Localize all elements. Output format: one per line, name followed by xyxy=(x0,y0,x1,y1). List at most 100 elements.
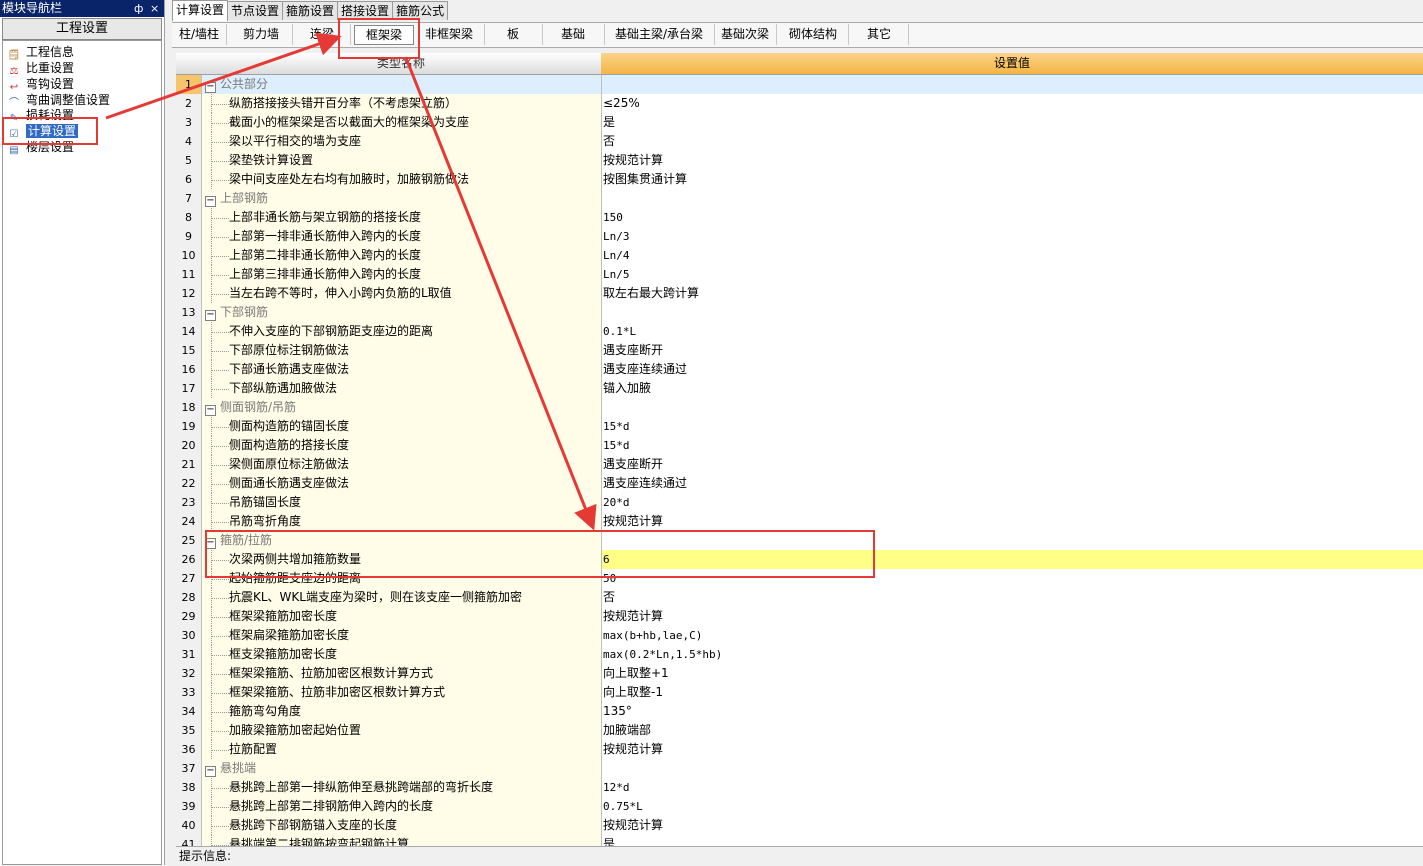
tab-3[interactable]: 搭接设置 xyxy=(337,1,394,20)
table-row[interactable]: 12 当左右跨不等时，伸入小跨内负筋的L取值 取左右最大跨计算 xyxy=(176,284,1423,304)
subtab-8[interactable]: 基础次梁 xyxy=(714,24,777,45)
setting-value-cell[interactable]: 0.75*L xyxy=(602,797,1423,816)
table-row[interactable]: 32 框架梁箍筋、拉筋加密区根数计算方式 向上取整+1 xyxy=(176,664,1423,684)
setting-value-cell[interactable]: 20*d xyxy=(602,493,1423,512)
table-row[interactable]: 19 侧面构造筋的锚固长度 15*d xyxy=(176,417,1423,437)
group-name-cell[interactable]: − 箍筋/拉筋 xyxy=(202,531,602,550)
subtab-1[interactable]: 剪力墙 xyxy=(230,24,293,45)
setting-value-cell[interactable]: 否 xyxy=(602,132,1423,151)
table-row[interactable]: 7− 上部钢筋 xyxy=(176,189,1423,209)
setting-value-cell[interactable]: 按规范计算 xyxy=(602,816,1423,835)
subtab-7[interactable]: 基础主梁/承台梁 xyxy=(604,24,715,45)
table-row[interactable]: 13− 下部钢筋 xyxy=(176,303,1423,323)
setting-value-cell[interactable]: Ln/3 xyxy=(602,227,1423,246)
setting-value-cell[interactable]: 取左右最大跨计算 xyxy=(602,284,1423,303)
table-row[interactable]: 41 悬挑端第二排钢筋按弯起钢筋计算 是 xyxy=(176,835,1423,846)
tab-2[interactable]: 箍筋设置 xyxy=(282,1,339,20)
table-row[interactable]: 11 上部第三排非通长筋伸入跨内的长度 Ln/5 xyxy=(176,265,1423,285)
table-row[interactable]: 34 箍筋弯勾角度 135° xyxy=(176,702,1423,722)
setting-value-cell[interactable]: 按图集贯通计算 xyxy=(602,170,1423,189)
nav-item-4[interactable]: ✎ 损耗设置 xyxy=(6,107,74,124)
subtab-0[interactable]: 柱/墙柱 xyxy=(172,24,227,45)
table-row[interactable]: 40 悬挑跨下部钢筋锚入支座的长度 按规范计算 xyxy=(176,816,1423,836)
setting-value-cell[interactable]: 0.1*L xyxy=(602,322,1423,341)
nav-item-1[interactable]: ⚖ 比重设置 xyxy=(6,60,75,77)
setting-value-cell[interactable]: 15*d xyxy=(602,436,1423,455)
collapse-icon[interactable]: − xyxy=(205,196,216,207)
table-row[interactable]: 25− 箍筋/拉筋 xyxy=(176,531,1423,551)
setting-value-cell[interactable]: 135° xyxy=(602,702,1423,721)
table-row[interactable]: 23 吊筋锚固长度 20*d xyxy=(176,493,1423,513)
table-row[interactable]: 2 纵筋搭接接头错开百分率（不考虑架立筋） ≤25% xyxy=(176,94,1423,114)
group-name-cell[interactable]: − 悬挑端 xyxy=(202,759,602,778)
table-row[interactable]: 22 侧面通长筋遇支座做法 遇支座连续通过 xyxy=(176,474,1423,494)
collapse-icon[interactable]: − xyxy=(205,82,216,93)
tab-1[interactable]: 节点设置 xyxy=(227,1,284,20)
table-row[interactable]: 29 框架梁箍筋加密长度 按规范计算 xyxy=(176,607,1423,627)
setting-value-cell[interactable]: 遇支座连续通过 xyxy=(602,474,1423,493)
table-row[interactable]: 38 悬挑跨上部第一排纵筋伸至悬挑跨端部的弯折长度 12*d xyxy=(176,778,1423,798)
subtab-2[interactable]: 连梁 xyxy=(294,24,351,45)
tab-0[interactable]: 计算设置 xyxy=(172,0,229,21)
table-row[interactable]: 8 上部非通长筋与架立钢筋的搭接长度 150 xyxy=(176,208,1423,228)
table-row[interactable]: 14 不伸入支座的下部钢筋距支座边的距离 0.1*L xyxy=(176,322,1423,342)
table-row[interactable]: 28 抗震KL、WKL端支座为梁时，则在该支座一侧箍筋加密 否 xyxy=(176,588,1423,608)
collapse-icon[interactable]: − xyxy=(205,405,216,416)
group-name-cell[interactable]: − 下部钢筋 xyxy=(202,303,602,322)
subtab-4[interactable]: 非框架梁 xyxy=(414,24,485,45)
setting-value-cell[interactable]: 按规范计算 xyxy=(602,151,1423,170)
nav-item-6[interactable]: ▤ 楼层设置 xyxy=(6,139,74,156)
setting-value-cell[interactable]: max(b+hb,lae,C) xyxy=(602,626,1423,645)
setting-value-cell[interactable]: 50 xyxy=(602,569,1423,588)
collapse-icon[interactable]: − xyxy=(205,766,216,777)
nav-item-3[interactable]: ⌒ 弯曲调整值设置 xyxy=(6,92,110,109)
table-row[interactable]: 27 起始箍筋距支座边的距离 50 xyxy=(176,569,1423,589)
table-row[interactable]: 16 下部通长筋遇支座做法 遇支座连续通过 xyxy=(176,360,1423,380)
table-row[interactable]: 24 吊筋弯折角度 按规范计算 xyxy=(176,512,1423,532)
group-name-cell[interactable]: − 上部钢筋 xyxy=(202,189,602,208)
table-row[interactable]: 35 加腋梁箍筋加密起始位置 加腋端部 xyxy=(176,721,1423,741)
setting-value-cell[interactable]: 遇支座断开 xyxy=(602,455,1423,474)
setting-value-cell[interactable]: 是 xyxy=(602,835,1423,846)
table-row[interactable]: 39 悬挑跨上部第二排钢筋伸入跨内的长度 0.75*L xyxy=(176,797,1423,817)
setting-value-cell[interactable]: 按规范计算 xyxy=(602,512,1423,531)
subtab-6[interactable]: 基础 xyxy=(542,24,605,45)
tab-4[interactable]: 箍筋公式 xyxy=(392,1,449,20)
table-row[interactable]: 33 框架梁箍筋、拉筋非加密区根数计算方式 向上取整-1 xyxy=(176,683,1423,703)
close-icon[interactable]: × xyxy=(150,0,159,17)
subtab-10[interactable]: 其它 xyxy=(850,24,909,45)
subtab-5[interactable]: 板 xyxy=(484,24,543,45)
setting-value-cell[interactable]: 15*d xyxy=(602,417,1423,436)
table-row[interactable]: 30 框架扁梁箍筋加密长度 max(b+hb,lae,C) xyxy=(176,626,1423,646)
collapse-icon[interactable]: − xyxy=(205,538,216,549)
table-row[interactable]: 1− 公共部分 xyxy=(176,75,1423,95)
setting-value-cell[interactable]: 向上取整+1 xyxy=(602,664,1423,683)
subtab-3[interactable]: 框架梁 xyxy=(354,25,414,45)
setting-value-cell[interactable]: 锚入加腋 xyxy=(602,379,1423,398)
table-row[interactable]: 4 梁以平行相交的墙为支座 否 xyxy=(176,132,1423,152)
table-row[interactable]: 18− 侧面钢筋/吊筋 xyxy=(176,398,1423,418)
setting-value-cell[interactable]: Ln/4 xyxy=(602,246,1423,265)
nav-item-5[interactable]: ☑ 计算设置 xyxy=(6,123,79,140)
subtab-9[interactable]: 砌体结构 xyxy=(778,24,849,45)
table-row[interactable]: 17 下部纵筋遇加腋做法 锚入加腋 xyxy=(176,379,1423,399)
table-row[interactable]: 5 梁垫铁计算设置 按规范计算 xyxy=(176,151,1423,171)
setting-value-cell[interactable]: 遇支座连续通过 xyxy=(602,360,1423,379)
setting-value-cell[interactable]: 是 xyxy=(602,113,1423,132)
pin-icon[interactable]: ф xyxy=(134,0,143,17)
setting-value-cell[interactable]: max(0.2*Ln,1.5*hb) xyxy=(602,645,1423,664)
collapse-icon[interactable]: − xyxy=(205,310,216,321)
table-row[interactable]: 21 梁侧面原位标注筋做法 遇支座断开 xyxy=(176,455,1423,475)
table-row[interactable]: 3 截面小的框架梁是否以截面大的框架梁为支座 是 xyxy=(176,113,1423,133)
setting-value-cell[interactable]: 按规范计算 xyxy=(602,607,1423,626)
setting-value-cell[interactable]: 12*d xyxy=(602,778,1423,797)
table-row[interactable]: 6 梁中间支座处左右均有加腋时，加腋钢筋做法 按图集贯通计算 xyxy=(176,170,1423,190)
setting-value-cell[interactable]: Ln/5 xyxy=(602,265,1423,284)
nav-section-header[interactable]: 工程设置 xyxy=(2,18,162,40)
nav-item-2[interactable]: ↩ 弯钩设置 xyxy=(6,76,74,93)
table-row[interactable]: 37− 悬挑端 xyxy=(176,759,1423,779)
setting-value-cell[interactable]: 否 xyxy=(602,588,1423,607)
table-row[interactable]: 15 下部原位标注钢筋做法 遇支座断开 xyxy=(176,341,1423,361)
table-row[interactable]: 31 框支梁箍筋加密长度 max(0.2*Ln,1.5*hb) xyxy=(176,645,1423,665)
setting-value-cell[interactable]: 150 xyxy=(602,208,1423,227)
